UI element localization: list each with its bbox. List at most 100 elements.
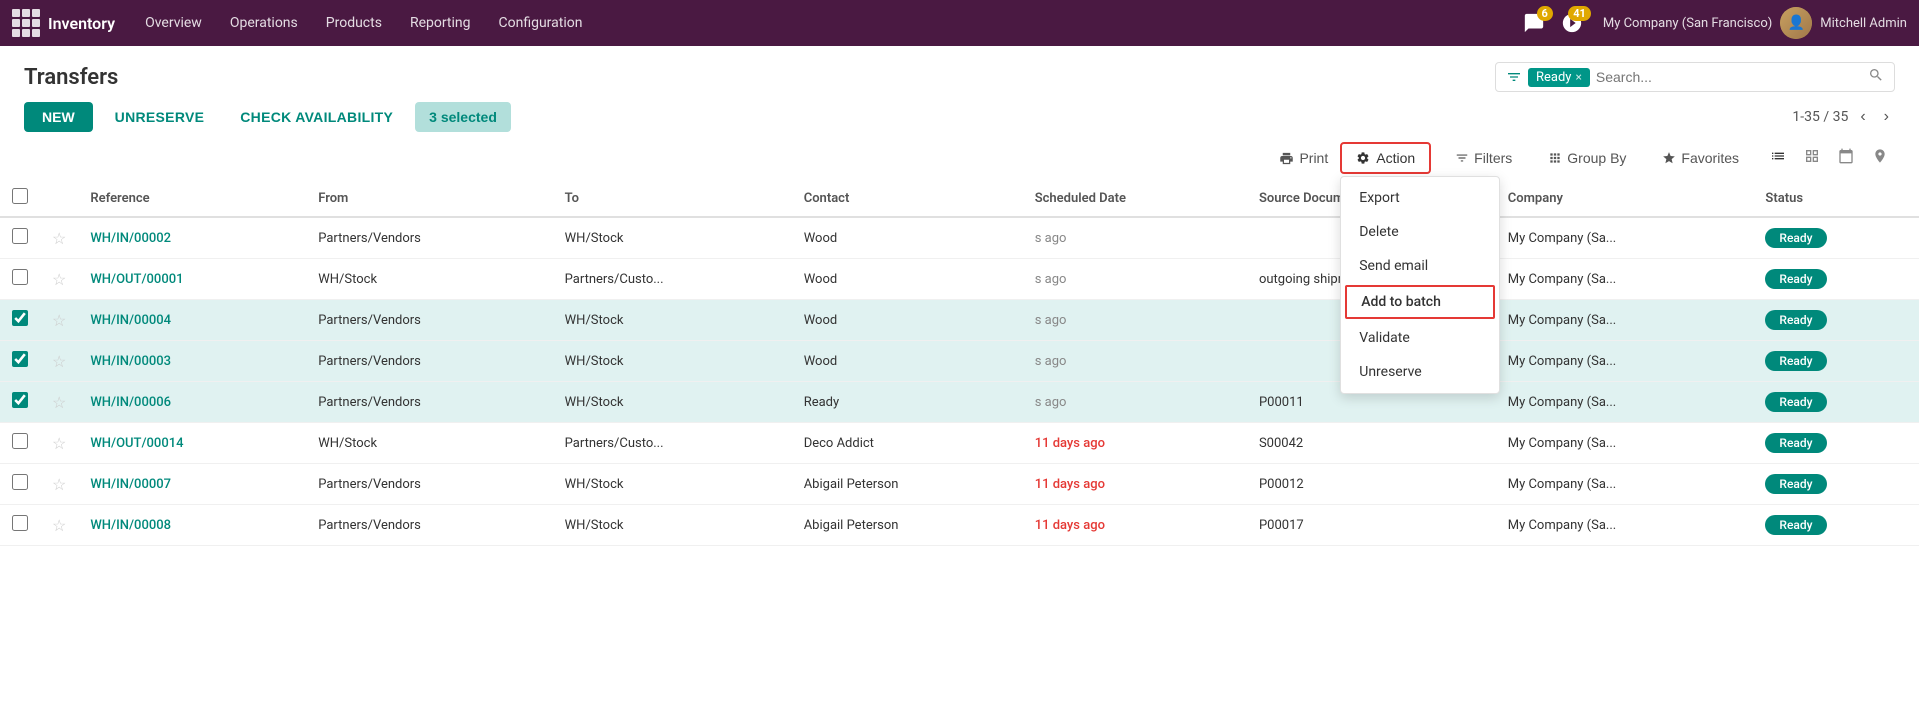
pagination: 1-35 / 35 — [1792, 109, 1848, 125]
row-contact: Ready — [792, 382, 1023, 423]
messages-icon-wrapper[interactable]: 6 — [1523, 12, 1545, 34]
check-availability-button[interactable]: CHECK AVAILABILITY — [226, 102, 407, 132]
row-company: My Company (Sa... — [1496, 423, 1754, 464]
row-ref-link[interactable]: WH/IN/00007 — [90, 477, 171, 492]
pagination-next[interactable]: › — [1878, 106, 1895, 128]
row-checkbox[interactable] — [12, 433, 28, 449]
select-all-checkbox[interactable] — [12, 188, 28, 204]
row-star[interactable]: ☆ — [52, 352, 66, 371]
row-contact: Abigail Peterson — [792, 464, 1023, 505]
row-checkbox[interactable] — [12, 515, 28, 531]
selected-button[interactable]: 3 selected — [415, 102, 511, 132]
row-ref-link[interactable]: WH/OUT/00001 — [90, 272, 183, 287]
list-view-button[interactable] — [1763, 144, 1793, 173]
row-star[interactable]: ☆ — [52, 393, 66, 412]
favorites-icon — [1662, 151, 1676, 165]
table-row: ☆ WH/OUT/00001 WH/Stock Partners/Custo..… — [0, 259, 1919, 300]
row-date: 11 days ago — [1023, 464, 1247, 505]
row-reference: WH/IN/00006 — [78, 382, 306, 423]
gear-icon — [1356, 151, 1370, 165]
messages-badge: 6 — [1537, 6, 1553, 21]
calendar-view-button[interactable] — [1831, 144, 1861, 173]
row-to: Partners/Custo... — [553, 423, 792, 464]
row-ref-link[interactable]: WH/IN/00008 — [90, 518, 171, 533]
group-by-button[interactable]: Group By — [1536, 145, 1638, 171]
pagination-prev[interactable]: ‹ — [1854, 106, 1871, 128]
nav-configuration[interactable]: Configuration — [485, 0, 597, 46]
map-view-button[interactable] — [1865, 144, 1895, 173]
print-label: Print — [1299, 150, 1328, 166]
status-badge: Ready — [1765, 474, 1826, 494]
row-company: My Company (Sa... — [1496, 505, 1754, 546]
user-name[interactable]: Mitchell Admin — [1820, 16, 1907, 31]
favorites-label: Favorites — [1681, 150, 1739, 166]
status-badge: Ready — [1765, 269, 1826, 289]
table-row: ☆ WH/IN/00006 Partners/Vendors WH/Stock … — [0, 382, 1919, 423]
filters-icon — [1455, 151, 1469, 165]
row-ref-link[interactable]: WH/IN/00002 — [90, 231, 171, 246]
group-by-icon — [1548, 151, 1562, 165]
user-avatar[interactable]: 👤 — [1780, 7, 1812, 39]
app-logo[interactable]: Inventory — [12, 9, 115, 37]
print-button[interactable]: Print — [1279, 150, 1328, 166]
row-checkbox[interactable] — [12, 474, 28, 490]
action-export[interactable]: Export — [1341, 181, 1499, 215]
row-star[interactable]: ☆ — [52, 434, 66, 453]
action-delete[interactable]: Delete — [1341, 215, 1499, 249]
row-checkbox-cell — [0, 382, 40, 423]
row-checkbox[interactable] — [12, 310, 28, 326]
new-button[interactable]: NEW — [24, 102, 93, 132]
row-checkbox[interactable] — [12, 351, 28, 367]
row-checkbox-cell — [0, 505, 40, 546]
row-checkbox-cell — [0, 423, 40, 464]
search-submit-icon[interactable] — [1868, 67, 1884, 87]
toolbar-right: 1-35 / 35 ‹ › — [1792, 106, 1895, 128]
company-label[interactable]: My Company (San Francisco) — [1603, 16, 1772, 31]
row-from: WH/Stock — [306, 423, 552, 464]
nav-products[interactable]: Products — [312, 0, 396, 46]
favorites-button[interactable]: Favorites — [1650, 145, 1751, 171]
row-star[interactable]: ☆ — [52, 516, 66, 535]
nav-overview[interactable]: Overview — [131, 0, 216, 46]
action-label: Action — [1376, 150, 1415, 166]
row-ref-link[interactable]: WH/IN/00004 — [90, 313, 171, 328]
search-filter-tag[interactable]: Ready × — [1528, 68, 1590, 87]
action-add-to-batch[interactable]: Add to batch — [1345, 285, 1495, 319]
row-star[interactable]: ☆ — [52, 229, 66, 248]
row-star[interactable]: ☆ — [52, 270, 66, 289]
status-badge: Ready — [1765, 351, 1826, 371]
row-star[interactable]: ☆ — [52, 311, 66, 330]
row-ref-link[interactable]: WH/IN/00003 — [90, 354, 171, 369]
nav-links: Overview Operations Products Reporting C… — [131, 0, 1523, 46]
kanban-view-button[interactable] — [1797, 144, 1827, 173]
row-ref-link[interactable]: WH/IN/00006 — [90, 395, 171, 410]
nav-reporting[interactable]: Reporting — [396, 0, 485, 46]
row-company: My Company (Sa... — [1496, 341, 1754, 382]
activity-icon-wrapper[interactable]: 41 — [1561, 12, 1583, 34]
row-status: Ready — [1753, 423, 1919, 464]
row-date: s ago — [1023, 300, 1247, 341]
row-contact: Abigail Peterson — [792, 505, 1023, 546]
action-send-email[interactable]: Send email — [1341, 249, 1499, 283]
unreserve-button[interactable]: UNRESERVE — [101, 102, 219, 132]
row-contact: Wood — [792, 259, 1023, 300]
action-validate[interactable]: Validate — [1341, 321, 1499, 355]
nav-operations[interactable]: Operations — [216, 0, 312, 46]
row-checkbox[interactable] — [12, 392, 28, 408]
filter-tag-close[interactable]: × — [1575, 70, 1581, 84]
row-from: WH/Stock — [306, 259, 552, 300]
status-badge: Ready — [1765, 310, 1826, 330]
action-unreserve[interactable]: Unreserve — [1341, 355, 1499, 389]
row-star[interactable]: ☆ — [52, 475, 66, 494]
row-reference: WH/IN/00002 — [78, 217, 306, 259]
search-input[interactable] — [1596, 69, 1862, 85]
filters-button[interactable]: Filters — [1443, 145, 1524, 171]
group-by-label: Group By — [1567, 150, 1626, 166]
action-button[interactable]: Action — [1340, 142, 1431, 174]
row-checkbox[interactable] — [12, 228, 28, 244]
row-star-cell: ☆ — [40, 423, 78, 464]
row-source: S00042 — [1247, 423, 1496, 464]
status-badge: Ready — [1765, 392, 1826, 412]
row-ref-link[interactable]: WH/OUT/00014 — [90, 436, 183, 451]
row-checkbox[interactable] — [12, 269, 28, 285]
